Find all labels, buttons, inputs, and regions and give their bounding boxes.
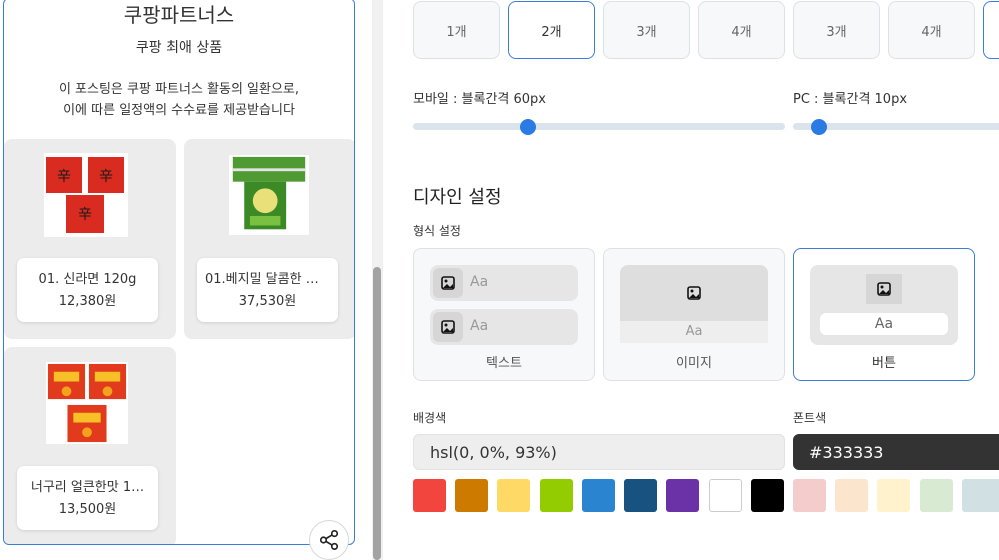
format-sample-text: Aa [620,321,768,343]
product-info: 01.베지밀 달콤한 비 … 37,530원 [197,258,338,322]
scrollbar-thumb[interactable] [373,267,381,560]
color-swatch-red[interactable] [413,479,446,512]
mobile-gap-slider[interactable] [413,123,785,130]
bg-color-input[interactable]: hsl(0, 0%, 93%) [413,434,785,470]
count-option-button[interactable]: 4개 [888,1,975,59]
image-icon [620,265,768,321]
share-button[interactable] [309,520,349,560]
color-swatch-yellow[interactable] [497,479,530,512]
partner-notice: 이 포스팅은 쿠팡 파트너스 활동의 일환으로, 이에 따른 일정액의 수수료를… [4,79,354,121]
format-option-label: 이미지 [676,356,712,371]
mobile-gap-label: 모바일 : 블록간격 60px [413,92,546,107]
color-swatch-light-green[interactable] [920,479,953,512]
font-color-input[interactable]: #333333 [793,434,999,470]
format-option-label: 버튼 [872,356,896,371]
count-option-button-partial[interactable] [983,1,999,59]
product-info: 너구리 얼큰한맛 1… 13,500원 [17,466,158,530]
product-card[interactable]: 너구리 얼큰한맛 1… 13,500원 [4,347,176,544]
format-sample-text: Aa [470,318,489,334]
ramen-pack-image: 辛 辛 辛 [44,153,128,237]
color-swatch-navy[interactable] [624,479,657,512]
product-info: 01. 신라면 120g 12,380원 [17,258,158,322]
product-name: 01.베지밀 달콤한 비 … [205,272,335,287]
product-name: 너구리 얼큰한맛 1… [30,480,145,495]
format-option-button[interactable]: Aa 버튼 [793,248,975,381]
preview-title: 쿠팡파트너스 [123,3,235,27]
color-swatch-black[interactable] [751,479,784,512]
product-price: 37,530원 [238,294,297,309]
pc-gap-label: PC : 블록간격 10px [793,92,908,107]
count-option-button[interactable]: 1개 [413,1,500,59]
product-price: 13,500원 [58,502,117,517]
count-option-button[interactable]: 4개 [698,1,785,59]
color-swatch-light-yellow[interactable] [877,479,910,512]
svg-text:辛: 辛 [78,207,92,223]
product-price: 12,380원 [58,294,117,309]
svg-text:辛: 辛 [99,169,113,185]
preview-subtitle: 쿠팡 최애 상품 [135,40,223,56]
text-format-sample-row: Aa [430,265,578,301]
button-format-sample: Aa [810,265,958,345]
color-swatch-light-orange[interactable] [835,479,868,512]
product-card[interactable]: 01.베지밀 달콤한 비 … 37,530원 [184,139,354,339]
design-settings-title: 디자인 설정 [413,187,502,208]
soymilk-box-image [229,155,309,235]
format-sample-text: Aa [470,274,489,290]
color-swatch-white[interactable] [709,479,742,512]
format-option-label: 텍스트 [486,356,522,371]
count-option-button[interactable]: 3개 [603,1,690,59]
image-icon [433,312,463,342]
product-name: 01. 신라면 120g [38,272,137,287]
format-settings-label: 형식 설정 [413,224,461,238]
notice-line-2: 이에 따른 일정액의 수수료를 제공받습니다 [63,103,295,118]
color-swatch-green[interactable] [540,479,573,512]
ramen-pack-image [46,362,128,444]
format-option-text[interactable]: Aa Aa 텍스트 [413,248,595,381]
image-format-sample: Aa [620,265,768,343]
mobile-gap-slider-handle[interactable] [520,119,536,135]
count-option-button[interactable]: 2개 [508,1,595,59]
format-option-image[interactable]: Aa 이미지 [603,248,785,381]
format-sample-text: Aa [820,313,948,335]
coupang-preview: 쿠팡파트너스 쿠팡 최애 상품 이 포스팅은 쿠팡 파트너스 활동의 일환으로,… [3,0,355,545]
product-card[interactable]: 辛 辛 辛 01. 신라면 120g 12,380원 [4,139,176,339]
color-swatch-blue[interactable] [582,479,615,512]
text-format-sample-row: Aa [430,309,578,345]
svg-text:辛: 辛 [57,169,71,185]
font-color-label: 폰트색 [793,411,827,425]
color-swatch-orange[interactable] [455,479,488,512]
image-icon [866,274,902,304]
image-icon [433,268,463,298]
bg-color-label: 배경색 [413,411,447,425]
pc-gap-slider-handle[interactable] [811,119,827,135]
color-swatch-light-cyan[interactable] [962,479,999,512]
count-option-button[interactable]: 3개 [793,1,880,59]
color-swatch-light-red[interactable] [793,479,826,512]
notice-line-1: 이 포스팅은 쿠팡 파트너스 활동의 일환으로, [58,82,300,97]
share-icon [319,530,339,550]
color-swatch-purple[interactable] [666,479,699,512]
